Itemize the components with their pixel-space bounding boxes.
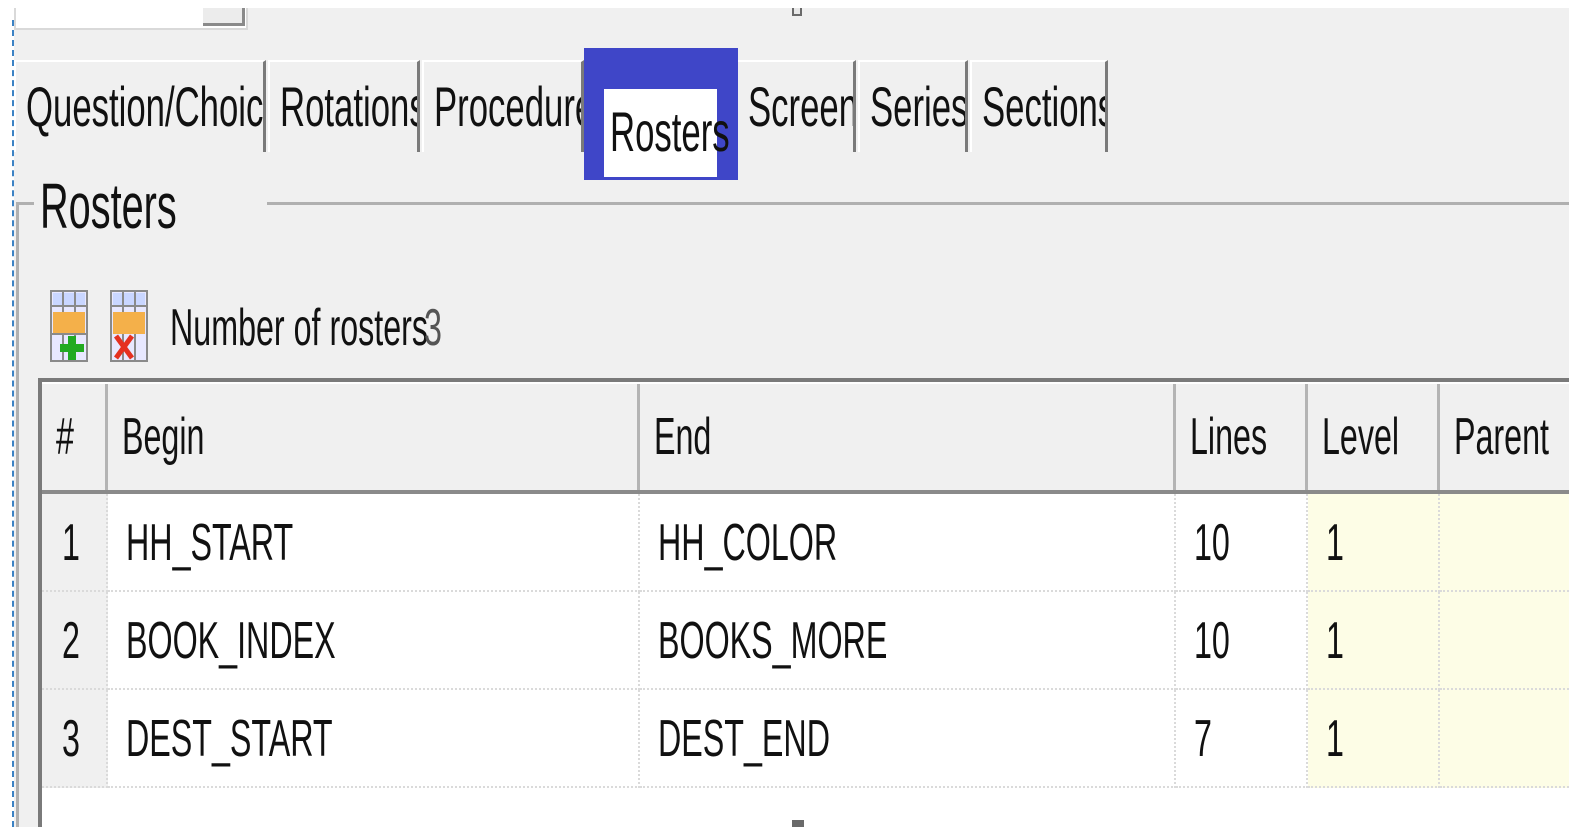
rosters-count-value: 3 bbox=[424, 298, 453, 358]
cell-text: 1 bbox=[1326, 514, 1344, 572]
column-header-level[interactable]: Level bbox=[1308, 384, 1440, 490]
lines-cell[interactable]: 10 bbox=[1176, 494, 1308, 592]
tab-rotations[interactable]: Rotations bbox=[268, 60, 420, 152]
top-splitter-grip[interactable] bbox=[792, 8, 802, 16]
tab-label: Rosters bbox=[610, 100, 730, 163]
table-row[interactable]: 1 HH_START HH_COLOR 10 1 bbox=[42, 494, 1569, 592]
tab-label: Screens bbox=[748, 75, 853, 138]
column-header-lines[interactable]: Lines bbox=[1176, 384, 1308, 490]
add-roster-icon bbox=[50, 290, 88, 362]
roster-grid[interactable]: # Begin End Lines Level Parent 1 HH_STAR… bbox=[38, 378, 1569, 827]
column-header-parent[interactable]: Parent bbox=[1440, 384, 1569, 490]
tab-procedures[interactable]: Procedures bbox=[422, 60, 584, 152]
tab-label: Series bbox=[870, 75, 968, 138]
column-header-begin[interactable]: Begin bbox=[108, 384, 640, 490]
tab-label: Sections bbox=[982, 75, 1108, 138]
tab-sections[interactable]: Sections bbox=[970, 60, 1108, 152]
parent-cell[interactable] bbox=[1440, 494, 1569, 592]
table-row[interactable]: 3 DEST_START DEST_END 7 1 bbox=[42, 690, 1569, 788]
tab-series[interactable]: Series bbox=[858, 60, 968, 152]
column-header-text: Level bbox=[1322, 408, 1400, 466]
begin-cell[interactable]: HH_START bbox=[108, 494, 640, 592]
cell-text: 10 bbox=[1194, 612, 1230, 670]
column-header-end[interactable]: End bbox=[640, 384, 1176, 490]
cell-text: BOOKS_MORE bbox=[658, 612, 888, 670]
column-header-text: Begin bbox=[122, 408, 205, 466]
cell-text: 2 bbox=[62, 612, 80, 670]
column-header-text: Parent bbox=[1454, 408, 1549, 466]
table-row[interactable]: 2 BOOK_INDEX BOOKS_MORE 10 1 bbox=[42, 592, 1569, 690]
cell-text: DEST_END bbox=[658, 710, 830, 768]
combo-dropdown-button[interactable] bbox=[203, 8, 245, 26]
tab-rosters[interactable]: Rosters bbox=[584, 48, 738, 180]
cell-text: 1 bbox=[62, 514, 80, 572]
grid-header: # Begin End Lines Level Parent bbox=[42, 382, 1569, 494]
cell-text: 10 bbox=[1194, 514, 1230, 572]
cell-text: BOOK_INDEX bbox=[126, 612, 336, 670]
count-value-text: 3 bbox=[424, 299, 442, 357]
top-combo-box[interactable] bbox=[14, 8, 248, 30]
lines-cell[interactable]: 10 bbox=[1176, 592, 1308, 690]
cell-text: HH_START bbox=[126, 514, 294, 572]
parent-cell[interactable] bbox=[1440, 690, 1569, 788]
add-roster-button[interactable] bbox=[50, 290, 88, 362]
count-label-text: Number of rosters bbox=[170, 299, 429, 357]
row-number-cell[interactable]: 3 bbox=[42, 690, 108, 788]
rosters-title-text: Rosters bbox=[40, 170, 177, 242]
begin-cell[interactable]: BOOK_INDEX bbox=[108, 592, 640, 690]
tab-question-choices[interactable]: Question/Choices bbox=[14, 60, 266, 152]
end-cell[interactable]: DEST_END bbox=[640, 690, 1176, 788]
tab-label: Rotations bbox=[280, 75, 420, 138]
lines-cell[interactable]: 7 bbox=[1176, 690, 1308, 788]
parent-cell[interactable] bbox=[1440, 592, 1569, 690]
end-cell[interactable]: BOOKS_MORE bbox=[640, 592, 1176, 690]
tab-rosters-face: Rosters bbox=[604, 89, 730, 177]
cell-text: DEST_START bbox=[126, 710, 333, 768]
column-header-text: # bbox=[56, 408, 74, 466]
tab-screens[interactable]: Screens bbox=[738, 60, 856, 152]
roster-editor-window: Question/Choices Rotations Procedures Ro… bbox=[14, 8, 1569, 827]
tab-label: Procedures bbox=[434, 75, 581, 138]
column-header-number[interactable]: # bbox=[42, 384, 108, 490]
cell-text: 3 bbox=[62, 710, 80, 768]
cell-text: 1 bbox=[1326, 710, 1344, 768]
begin-cell[interactable]: DEST_START bbox=[108, 690, 640, 788]
row-number-cell[interactable]: 2 bbox=[42, 592, 108, 690]
delete-roster-button[interactable] bbox=[110, 290, 148, 362]
column-header-text: Lines bbox=[1190, 408, 1268, 466]
column-header-text: End bbox=[654, 408, 712, 466]
level-cell[interactable]: 1 bbox=[1308, 592, 1440, 690]
bottom-splitter-grip[interactable] bbox=[792, 820, 804, 827]
tab-label: Question/Choices bbox=[26, 75, 264, 138]
rosters-group-title: Rosters bbox=[34, 170, 267, 242]
cell-text: HH_COLOR bbox=[658, 514, 838, 572]
cell-text: 1 bbox=[1326, 612, 1344, 670]
level-cell[interactable]: 1 bbox=[1308, 494, 1440, 592]
end-cell[interactable]: HH_COLOR bbox=[640, 494, 1176, 592]
tab-strip: Question/Choices Rotations Procedures Ro… bbox=[14, 48, 1569, 180]
cell-text: 7 bbox=[1194, 710, 1212, 768]
row-number-cell[interactable]: 1 bbox=[42, 494, 108, 592]
level-cell[interactable]: 1 bbox=[1308, 690, 1440, 788]
rosters-count-label: Number of rosters bbox=[170, 298, 586, 358]
delete-roster-icon bbox=[110, 290, 148, 362]
